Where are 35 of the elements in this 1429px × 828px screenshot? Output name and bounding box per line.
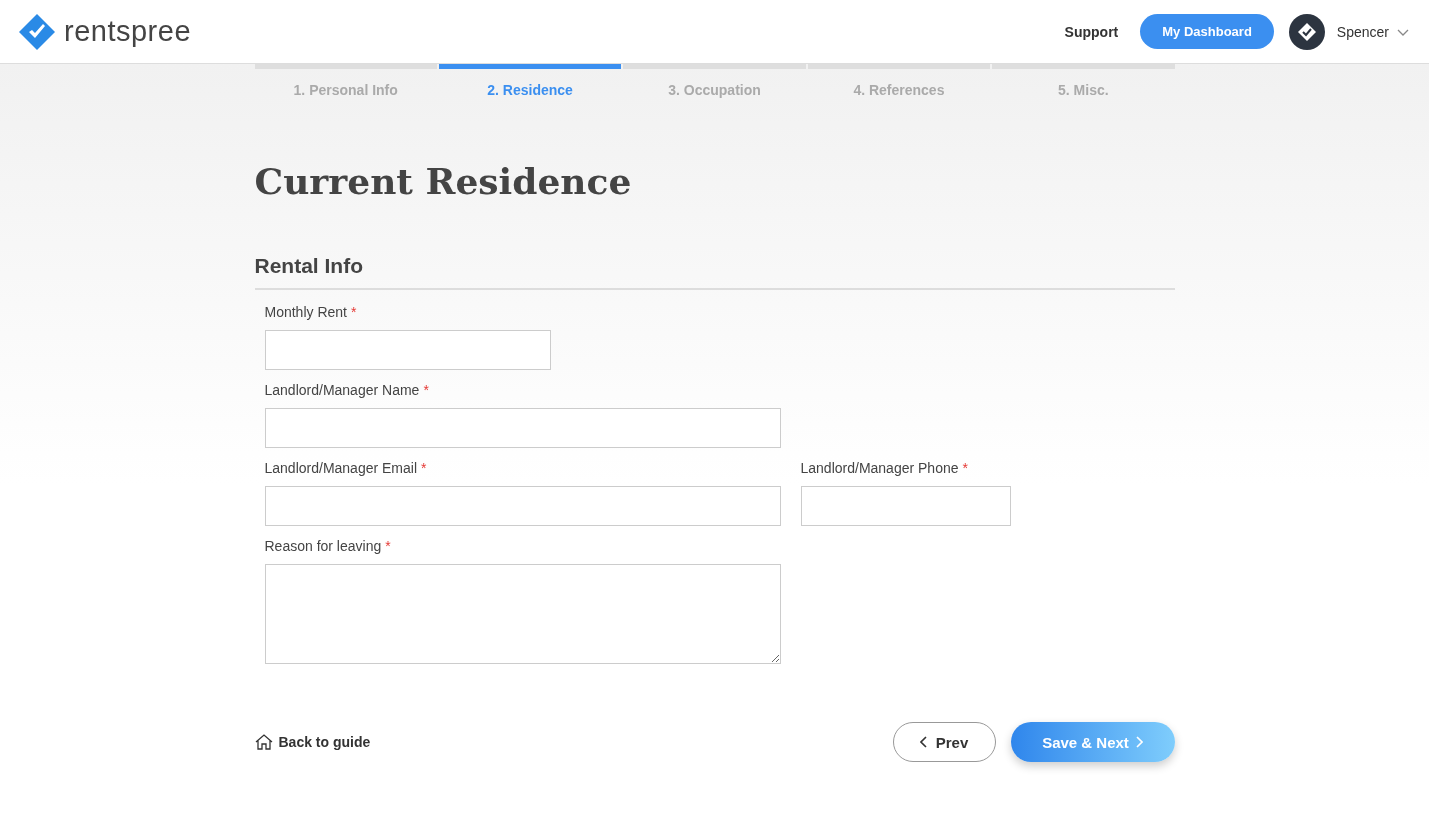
logo-text: rentspree [64, 15, 191, 48]
text-area[interactable] [264, 564, 781, 664]
input-field[interactable] [800, 486, 1011, 526]
section-title: Rental Info [254, 254, 1175, 290]
support-link[interactable]: Support [1064, 23, 1119, 40]
field-label: Landlord/Manager Email [264, 460, 418, 476]
required-mark: * [423, 382, 429, 398]
logo-icon [18, 12, 56, 51]
required-mark: * [385, 538, 391, 554]
dashboard-button[interactable]: My Dashboard [1140, 14, 1274, 49]
step-tab[interactable]: 3. Occupation [623, 64, 806, 98]
chevron-right-icon [1134, 736, 1143, 748]
required-mark: * [421, 460, 427, 476]
required-mark: * [962, 460, 968, 476]
field-label: Landlord/Manager Phone [800, 460, 959, 476]
input-field[interactable] [264, 408, 781, 448]
required-mark: * [351, 304, 357, 320]
field-label: Reason for leaving [264, 538, 382, 554]
input-field[interactable] [264, 330, 551, 370]
home-icon [254, 734, 273, 750]
caret-icon [1397, 27, 1409, 36]
user-menu[interactable]: Spencer [1336, 23, 1409, 40]
step-tab[interactable]: 5. Misc. [992, 64, 1175, 98]
input-field[interactable] [264, 486, 781, 526]
step-tab[interactable]: 2. Residence [438, 64, 622, 98]
step-tab[interactable]: 1. Personal Info [254, 64, 437, 98]
save-next-button[interactable]: Save & Next [1010, 722, 1175, 762]
page-title: Current Residence [254, 160, 633, 202]
avatar-icon[interactable] [1288, 13, 1325, 50]
field-label: Monthly Rent [264, 304, 347, 320]
prev-button[interactable]: Prev [892, 722, 996, 762]
back-link[interactable]: Back to guide [254, 734, 371, 750]
field-label: Landlord/Manager Name [264, 382, 420, 398]
chevron-left-icon [919, 736, 928, 748]
step-tab[interactable]: 4. References [807, 64, 991, 98]
